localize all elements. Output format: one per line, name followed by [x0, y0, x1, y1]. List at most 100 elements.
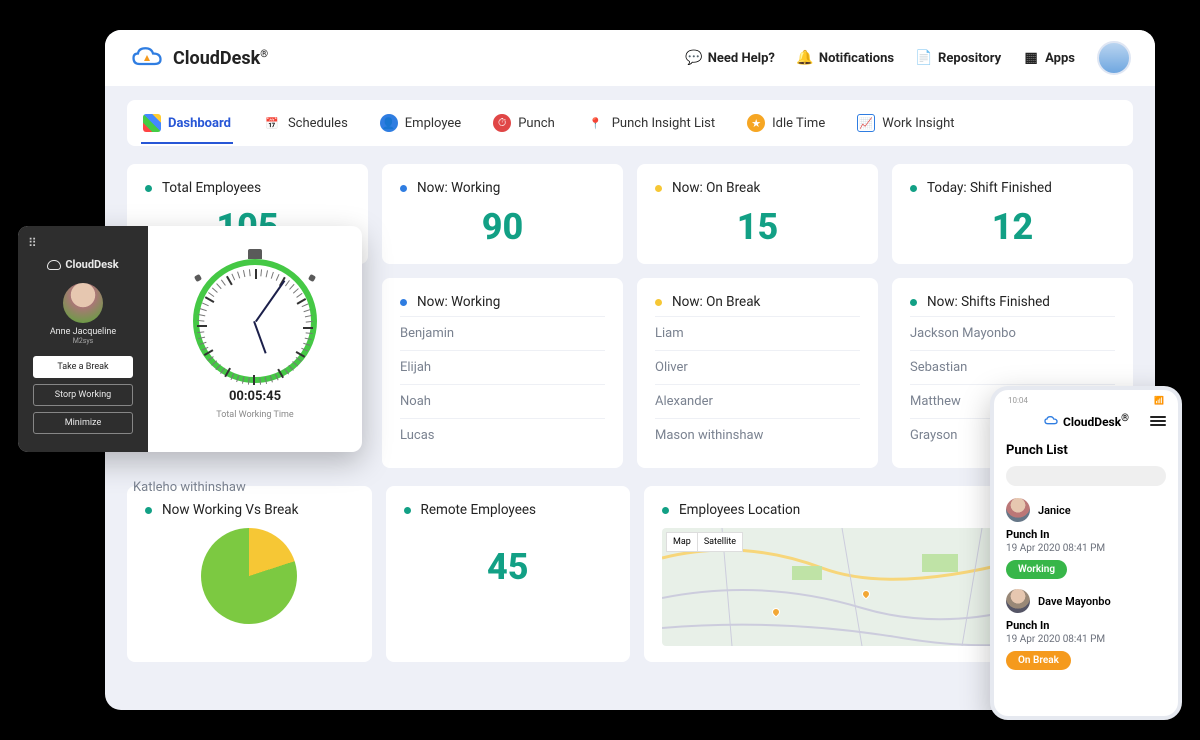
dot-icon	[910, 185, 917, 192]
list-item[interactable]: Noah	[400, 384, 605, 418]
dot-icon	[145, 507, 152, 514]
app-header: CloudDesk® 💬 Need Help? 🔔 Notifications …	[105, 30, 1155, 86]
map-type-map[interactable]: Map	[666, 532, 698, 552]
stat-title: Today: Shift Finished	[927, 180, 1052, 196]
list-item[interactable]: Liam	[655, 316, 860, 350]
phone-brand: CloudDesk®	[1043, 413, 1129, 429]
repository-link[interactable]: 📄 Repository	[916, 50, 1001, 66]
dot-icon	[404, 507, 411, 514]
user-avatar[interactable]	[1097, 41, 1131, 75]
list-item[interactable]: Benjamin	[400, 316, 605, 350]
punch-label: Punch In	[1006, 619, 1166, 632]
brand: CloudDesk®	[129, 44, 268, 72]
hamburger-menu-icon[interactable]	[1150, 416, 1166, 426]
dot-icon	[145, 185, 152, 192]
user-avatar-icon	[1006, 589, 1030, 613]
chart-icon: 📈	[857, 114, 875, 132]
brand-name: CloudDesk®	[173, 48, 268, 69]
list-title: Now: Shifts Finished	[927, 294, 1050, 310]
pie-chart	[201, 528, 297, 624]
list-item[interactable]: Alexander	[655, 384, 860, 418]
stat-value: 90	[400, 206, 605, 248]
nav-work-insight-label: Work Insight	[882, 116, 954, 131]
list-now-working: Now: Working Benjamin Elijah Noah Lucas	[382, 278, 623, 468]
signal-icon: 📶	[1154, 396, 1164, 405]
stat-now-working: Now: Working 90	[382, 164, 623, 264]
apps-link[interactable]: ▦ Apps	[1023, 50, 1075, 66]
punch-entry[interactable]: Janice	[1006, 498, 1166, 522]
nav-employee-label: Employee	[405, 116, 461, 131]
pie-title: Now Working Vs Break	[162, 502, 299, 518]
widget-menu-icon[interactable]: ⠿	[28, 236, 37, 250]
timer-value: 00:05:45	[229, 389, 281, 404]
remote-title: Remote Employees	[421, 502, 537, 518]
cloud-icon	[47, 260, 61, 270]
list-item[interactable]: Jackson Mayonbo	[910, 316, 1115, 350]
punch-timestamp: 19 Apr 2020 08:41 PM	[1006, 543, 1166, 554]
need-help-link[interactable]: 💬 Need Help?	[686, 50, 775, 66]
nav-punch[interactable]: ⏱ Punch	[491, 102, 557, 144]
stat-title: Now: On Break	[672, 180, 760, 196]
nav-employee[interactable]: 👤 Employee	[378, 102, 463, 144]
nav-idle-time[interactable]: ★ Idle Time	[745, 102, 827, 144]
notifications-link[interactable]: 🔔 Notifications	[797, 50, 894, 66]
nav-schedules[interactable]: 📅 Schedules	[261, 102, 350, 144]
phone-status-bar: 10:04 📶	[1006, 390, 1166, 405]
phone-header: CloudDesk®	[1006, 405, 1166, 437]
apps-grid-icon: ▦	[1023, 50, 1039, 66]
list-on-break: Now: On Break Liam Oliver Alexander Maso…	[637, 278, 878, 468]
nav-punch-label: Punch	[518, 116, 555, 131]
star-icon: ★	[747, 114, 765, 132]
map-title: Employees Location	[679, 502, 800, 518]
minimize-button[interactable]: Minimize	[33, 412, 133, 434]
stop-working-button[interactable]: Storp Working	[33, 384, 133, 406]
stat-value: 15	[655, 206, 860, 248]
widget-user-org: M2sys	[73, 337, 94, 345]
list-item[interactable]: Mason withinshaw	[655, 418, 860, 452]
punch-entry[interactable]: Dave Mayonbo	[1006, 589, 1166, 613]
list-title: Now: Working	[417, 294, 500, 310]
nav-dashboard[interactable]: Dashboard	[141, 102, 233, 144]
employee-icon: 👤	[380, 114, 398, 132]
dot-icon	[910, 299, 917, 306]
user-avatar-icon	[1006, 498, 1030, 522]
nav-punch-insight[interactable]: 📍 Punch Insight List	[585, 102, 717, 144]
nav-punch-insight-label: Punch Insight List	[612, 116, 715, 131]
map-type-satellite[interactable]: Satellite	[697, 532, 743, 552]
main-nav: Dashboard 📅 Schedules 👤 Employee ⏱ Punch…	[127, 100, 1133, 146]
notifications-label: Notifications	[819, 51, 894, 66]
chat-help-icon: 💬	[686, 50, 702, 66]
nav-schedules-label: Schedules	[288, 116, 348, 131]
stat-value: 12	[910, 206, 1115, 248]
dot-icon	[400, 299, 407, 306]
nav-work-insight[interactable]: 📈 Work Insight	[855, 102, 956, 144]
phone-time: 10:04	[1008, 396, 1028, 405]
list-item[interactable]: Elijah	[400, 350, 605, 384]
list-item[interactable]: Sebastian	[910, 350, 1115, 384]
list-item[interactable]: Lucas	[400, 418, 605, 452]
punch-user-name: Dave Mayonbo	[1038, 595, 1111, 608]
widget-main: 00:05:45 Total Working Time	[148, 226, 362, 452]
take-break-button[interactable]: Take a Break	[33, 356, 133, 378]
nav-idle-time-label: Idle Time	[772, 116, 825, 131]
punch-timestamp: 19 Apr 2020 08:41 PM	[1006, 634, 1166, 645]
list-item[interactable]: Katleho withinshaw	[133, 480, 246, 495]
dot-icon	[400, 185, 407, 192]
status-badge: On Break	[1006, 651, 1071, 670]
list-title: Now: On Break	[672, 294, 760, 310]
dot-icon	[655, 299, 662, 306]
stat-now-on-break: Now: On Break 15	[637, 164, 878, 264]
repository-label: Repository	[938, 51, 1001, 66]
remote-employees-card: Remote Employees 45	[386, 486, 631, 662]
punch-label: Punch In	[1006, 528, 1166, 541]
phone-search-input[interactable]	[1006, 466, 1166, 486]
map-type-controls: Map Satellite	[666, 532, 742, 552]
punch-user-name: Janice	[1038, 504, 1071, 517]
list-item[interactable]: Oliver	[655, 350, 860, 384]
widget-user-avatar	[63, 283, 103, 323]
need-help-label: Need Help?	[708, 51, 775, 66]
stat-title: Total Employees	[162, 180, 261, 196]
pin-icon: 📍	[587, 114, 605, 132]
apps-label: Apps	[1045, 51, 1075, 66]
stopwatch-icon	[193, 259, 317, 383]
